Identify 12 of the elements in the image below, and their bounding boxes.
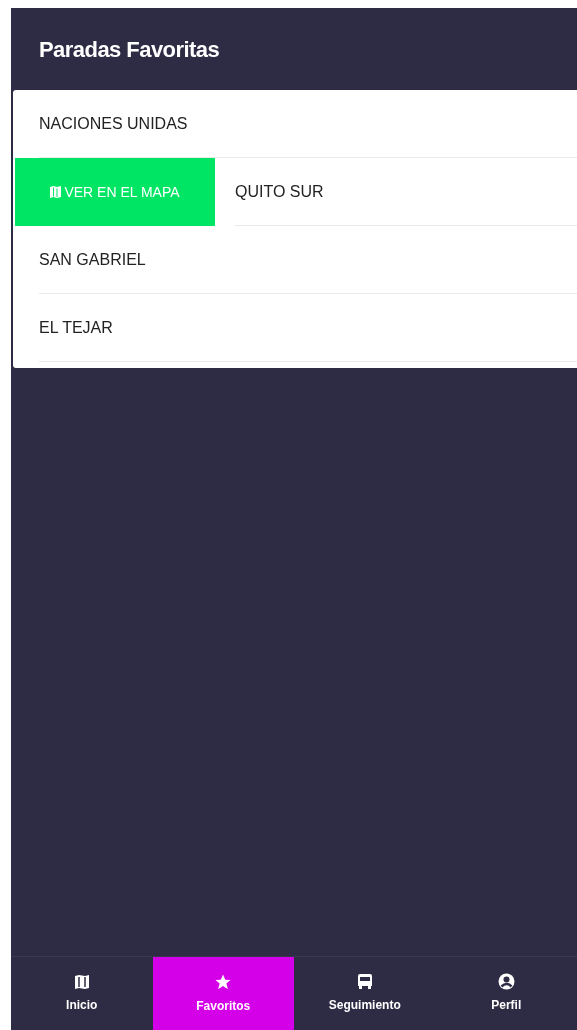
stop-item[interactable]: SAN GABRIEL	[39, 226, 577, 294]
user-icon	[497, 973, 515, 990]
page-title: Paradas Favoritas	[39, 35, 220, 64]
stop-item[interactable]: EL TEJAR	[39, 294, 577, 362]
stop-item[interactable]: QUITO SUR	[235, 158, 577, 226]
nav-tab[interactable]: Favoritos	[152, 957, 294, 1030]
bus-icon	[356, 973, 373, 990]
nav-tab[interactable]: Perfil	[435, 957, 577, 1030]
map-icon	[73, 973, 90, 990]
map-icon	[50, 186, 62, 198]
nav-tab[interactable]: Seguimiento	[294, 957, 436, 1030]
nav-tab[interactable]: Inicio	[11, 957, 153, 1030]
